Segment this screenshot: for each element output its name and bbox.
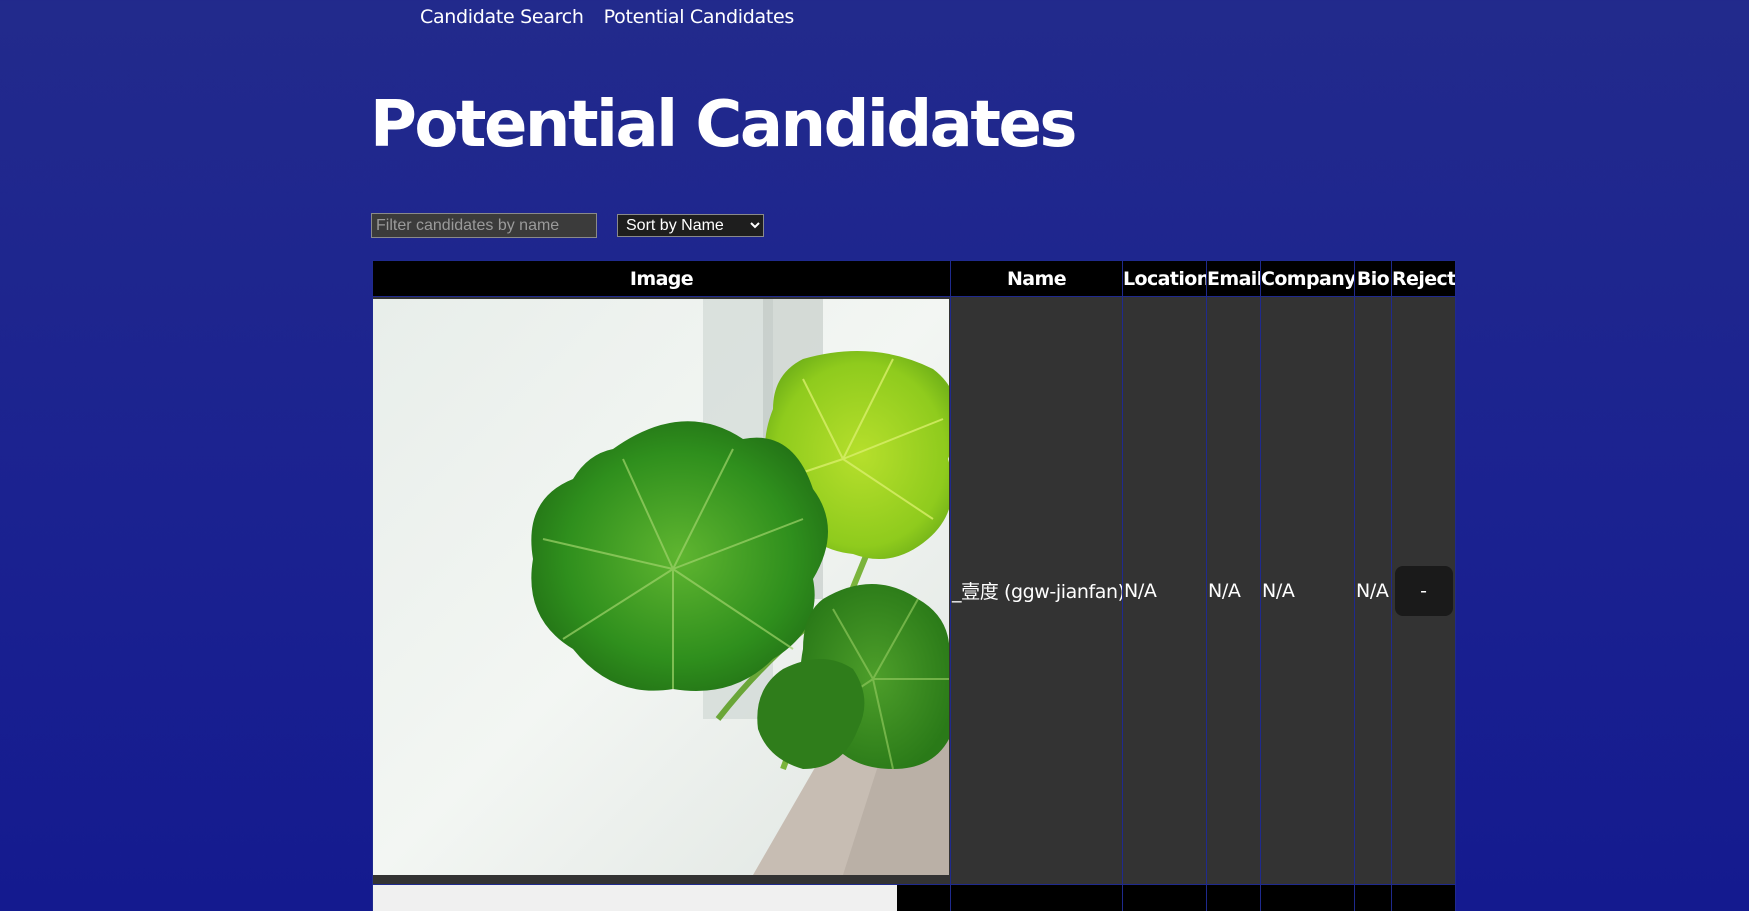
- candidate-image-cell: [372, 296, 951, 885]
- candidates-table: Image Name Location Email Company Bio Re…: [372, 260, 1456, 911]
- column-header-company: Company: [1260, 260, 1355, 297]
- candidate-company-cell: [1260, 884, 1355, 911]
- candidate-name-cell: _壹度 (ggw-jianfan): [950, 296, 1123, 885]
- candidates-table-wrapper: Image Name Location Email Company Bio Re…: [372, 260, 1456, 911]
- column-header-email: Email: [1206, 260, 1261, 297]
- table-header-row: Image Name Location Email Company Bio Re…: [372, 260, 1456, 297]
- candidate-avatar-image: [373, 885, 897, 911]
- table-row: [372, 884, 1456, 911]
- candidate-email-cell: N/A: [1206, 296, 1261, 885]
- sort-select[interactable]: Sort by Name: [617, 214, 764, 237]
- column-header-location: Location: [1122, 260, 1207, 297]
- filter-by-name-input[interactable]: [371, 213, 597, 238]
- column-header-reject: Reject: [1391, 260, 1456, 297]
- table-controls: Sort by Name: [371, 213, 764, 238]
- nav-link-candidate-search[interactable]: Candidate Search: [420, 6, 584, 28]
- candidate-company-cell: N/A: [1260, 296, 1355, 885]
- candidate-email-cell: [1206, 884, 1261, 911]
- candidate-bio-cell: [1354, 884, 1392, 911]
- candidate-bio-cell: N/A: [1354, 296, 1392, 885]
- candidate-reject-cell: -: [1391, 296, 1456, 885]
- column-header-image: Image: [372, 260, 951, 297]
- column-header-name: Name: [950, 260, 1123, 297]
- candidate-location-cell: [1122, 884, 1207, 911]
- candidate-location-cell: N/A: [1122, 296, 1207, 885]
- page-title: Potential Candidates: [370, 88, 1077, 162]
- candidate-reject-cell: [1391, 884, 1456, 911]
- column-header-bio: Bio: [1354, 260, 1392, 297]
- candidate-name-cell: [950, 884, 1123, 911]
- reject-button[interactable]: -: [1394, 565, 1453, 616]
- table-row: _壹度 (ggw-jianfan) N/A N/A N/A N/A -: [372, 296, 1456, 885]
- nav-link-potential-candidates[interactable]: Potential Candidates: [604, 6, 795, 28]
- candidate-image-cell: [372, 884, 951, 911]
- top-nav: Candidate Search Potential Candidates: [420, 6, 794, 28]
- candidate-avatar-image: [373, 298, 949, 875]
